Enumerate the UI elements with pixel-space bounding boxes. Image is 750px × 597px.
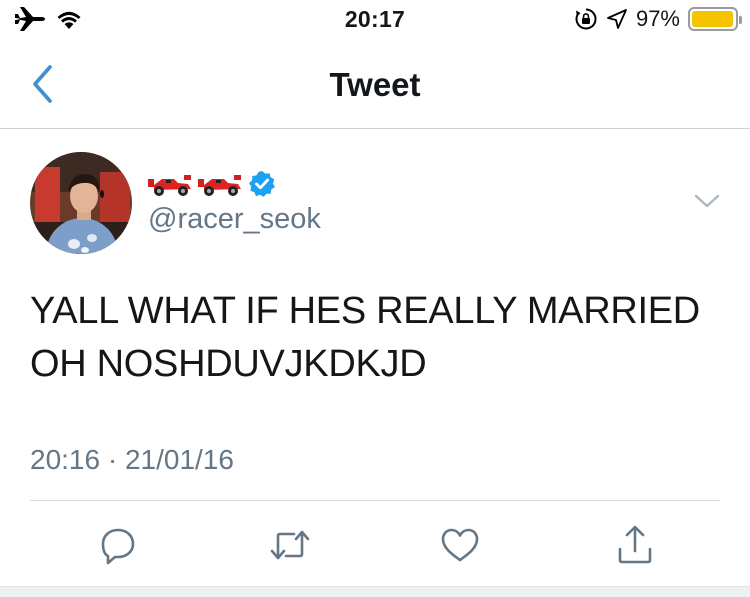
display-name[interactable] bbox=[148, 170, 276, 198]
race-car-emoji bbox=[198, 175, 241, 196]
page-title: Tweet bbox=[329, 66, 421, 103]
tweet-actions bbox=[0, 522, 750, 568]
retweet-icon bbox=[270, 530, 310, 560]
status-bar: 20:17 97% bbox=[0, 0, 750, 40]
verified-badge-icon bbox=[249, 171, 275, 197]
race-car-emoji bbox=[148, 175, 191, 196]
battery-nub bbox=[739, 16, 742, 24]
navigation-bar: Tweet bbox=[0, 40, 750, 129]
user-handle[interactable]: @racer_seok bbox=[148, 203, 321, 236]
share-button[interactable] bbox=[612, 522, 658, 568]
chevron-down-icon bbox=[694, 194, 720, 208]
heart-icon bbox=[441, 528, 479, 562]
share-icon bbox=[618, 525, 652, 564]
like-button[interactable] bbox=[437, 522, 483, 568]
tweet-text-line: OH NOSHDUVJKDKJD bbox=[30, 343, 427, 385]
tweet-text-line: YALL WHAT IF HES REALLY MARRIED bbox=[30, 290, 700, 332]
bottom-separator bbox=[0, 586, 750, 597]
orientation-lock-icon bbox=[575, 8, 597, 30]
battery-icon bbox=[688, 7, 742, 31]
avatar[interactable] bbox=[30, 152, 132, 254]
tweet-text: YALL WHAT IF HES REALLY MARRIED OH NOSHD… bbox=[30, 285, 730, 391]
status-right-icons: 97% bbox=[574, 6, 742, 32]
reply-button[interactable] bbox=[95, 522, 141, 568]
battery-percent: 97% bbox=[635, 6, 680, 31]
battery-level bbox=[692, 11, 733, 27]
reply-icon bbox=[101, 528, 135, 565]
avatar-photo bbox=[30, 152, 132, 254]
tweet-timestamp: 20:16 · 21/01/16 bbox=[30, 444, 234, 475]
divider bbox=[30, 500, 720, 501]
tweet-menu-button[interactable] bbox=[693, 192, 721, 215]
location-icon bbox=[607, 9, 627, 29]
retweet-button[interactable] bbox=[267, 522, 313, 568]
